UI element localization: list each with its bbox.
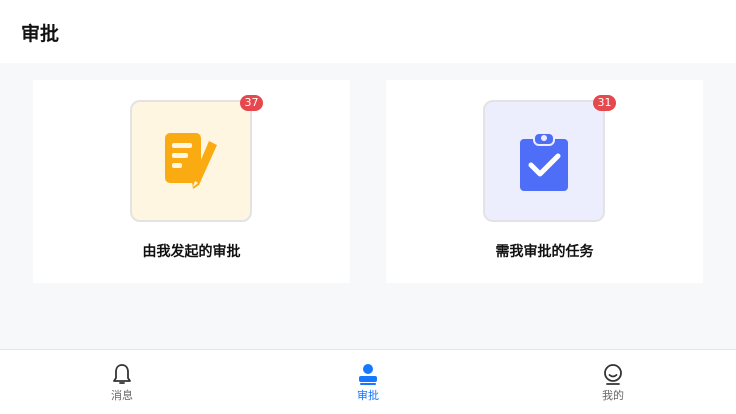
page-title: 审批 (21, 23, 60, 45)
tab-label: 消息 (111, 389, 133, 402)
clipboard-check-icon (520, 132, 568, 191)
card-label: 需我审批的任务 (495, 244, 594, 260)
tab-mine[interactable]: 我的 (573, 350, 653, 414)
tab-label: 我的 (602, 389, 624, 402)
unread-count-badge: 31 (593, 95, 616, 111)
tab-approval[interactable]: 审批 (328, 350, 408, 414)
bell-icon (113, 364, 131, 384)
icon-tile (130, 100, 252, 222)
tab-label: 审批 (357, 389, 379, 402)
user-stamp-icon (359, 364, 377, 385)
my-initiated-approvals-card[interactable]: 37 由我发起的审批 (33, 80, 350, 283)
unread-count-badge: 37 (240, 95, 263, 111)
app-root: 审批 37 由我发起的审批 31 需我审批的任务 消息 审批 我的 (0, 0, 736, 414)
pending-approval-tasks-card[interactable]: 31 需我审批的任务 (386, 80, 703, 283)
page-header: 审批 (0, 0, 736, 63)
icon-tile (483, 100, 605, 222)
bottom-tab-bar: 消息 审批 我的 (0, 349, 736, 414)
smile-face-icon (604, 364, 622, 385)
tab-messages[interactable]: 消息 (82, 350, 162, 414)
card-label: 由我发起的审批 (142, 244, 241, 260)
document-edit-icon (165, 133, 217, 189)
